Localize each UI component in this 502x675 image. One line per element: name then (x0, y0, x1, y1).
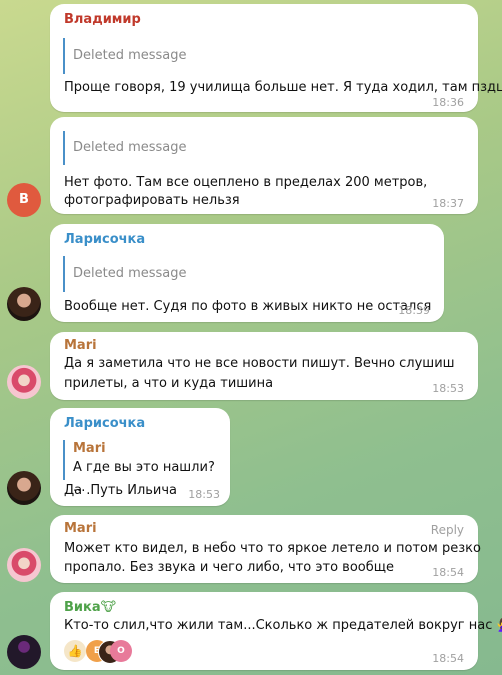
message-time: 18:36 (432, 96, 464, 109)
avatar[interactable]: В (7, 183, 41, 217)
quoted-deleted-message[interactable]: Deleted message (63, 38, 187, 74)
chat-area[interactable]: Владимир Deleted message Проще говоря, 1… (0, 0, 502, 675)
sender-name[interactable]: Ларисочка (64, 416, 145, 431)
quoted-message[interactable]: Mari А где вы это нашли? ... (63, 440, 230, 495)
message-bubble[interactable]: Ларисочка Deleted message Вообще нет. Су… (50, 224, 444, 322)
message-text: Да я заметила что не все новости пишут. … (64, 356, 455, 371)
message-text: прилеты, а что и куда тишина (64, 376, 274, 391)
avatar[interactable] (7, 471, 41, 505)
reaction-avatar-o[interactable]: O (110, 640, 132, 662)
message-time: 18:54 (432, 652, 464, 665)
message-time: 18:53 (188, 488, 220, 501)
sender-name[interactable]: Вика🐮 (64, 600, 116, 615)
avatar[interactable] (7, 365, 41, 399)
message-text: Проще говоря, 19 училища больше нет. Я т… (64, 80, 502, 95)
message-text: Может кто видел, в небо что то яркое лет… (64, 541, 481, 556)
sender-label: Вика (64, 600, 101, 615)
message-bubble[interactable]: Вика🐮 Кто-то слил,что жили там...Сколько… (50, 592, 502, 670)
sender-name[interactable]: Mari (64, 338, 97, 353)
message-bubble[interactable]: Владимир Deleted message Проще говоря, 1… (50, 4, 502, 112)
message-time: 18:37 (432, 197, 464, 210)
message-text: фотографировать нельзя (64, 193, 240, 208)
message-text: пропало. Без звука и чего либо, что это … (64, 560, 395, 575)
thumbs-up-reaction-icon[interactable]: 👍 (64, 640, 86, 662)
reactions-row[interactable]: 👍 E O (64, 640, 134, 664)
reply-button[interactable]: Reply (431, 523, 464, 537)
avatar[interactable] (7, 287, 41, 321)
message-text: Да .Путь Ильича (64, 483, 178, 498)
message-time: 18:54 (432, 566, 464, 579)
quote-sender: Mari (73, 441, 106, 456)
quoted-deleted-message[interactable]: Deleted message (63, 131, 187, 165)
avatar[interactable] (7, 548, 41, 582)
message-text: Нет фото. Там все оцеплено в пределах 20… (64, 175, 428, 190)
quoted-deleted-message[interactable]: Deleted message (63, 256, 187, 292)
message-text: Кто-то слил,что жили там...Сколько ж пре… (64, 618, 502, 633)
sender-name[interactable]: Ларисочка (64, 232, 145, 247)
avatar[interactable] (7, 635, 41, 669)
message-bubble[interactable]: Mari Reply Может кто видел, в небо что т… (50, 515, 481, 583)
message-bubble[interactable]: Deleted message Нет фото. Там все оцепле… (50, 117, 478, 214)
message-bubble[interactable]: Mari Да я заметила что не все новости пи… (50, 332, 478, 400)
message-time: 18:53 (432, 382, 464, 395)
message-time: 18:39 (398, 304, 430, 317)
sender-name[interactable]: Владимир (64, 12, 141, 27)
message-text: Вообще нет. Судя по фото в живых никто н… (64, 299, 432, 314)
sender-name[interactable]: Mari (64, 521, 97, 536)
message-bubble[interactable]: Ларисочка Mari А где вы это нашли? ... Д… (50, 408, 230, 506)
cow-emoji-icon: 🐮 (100, 600, 117, 615)
